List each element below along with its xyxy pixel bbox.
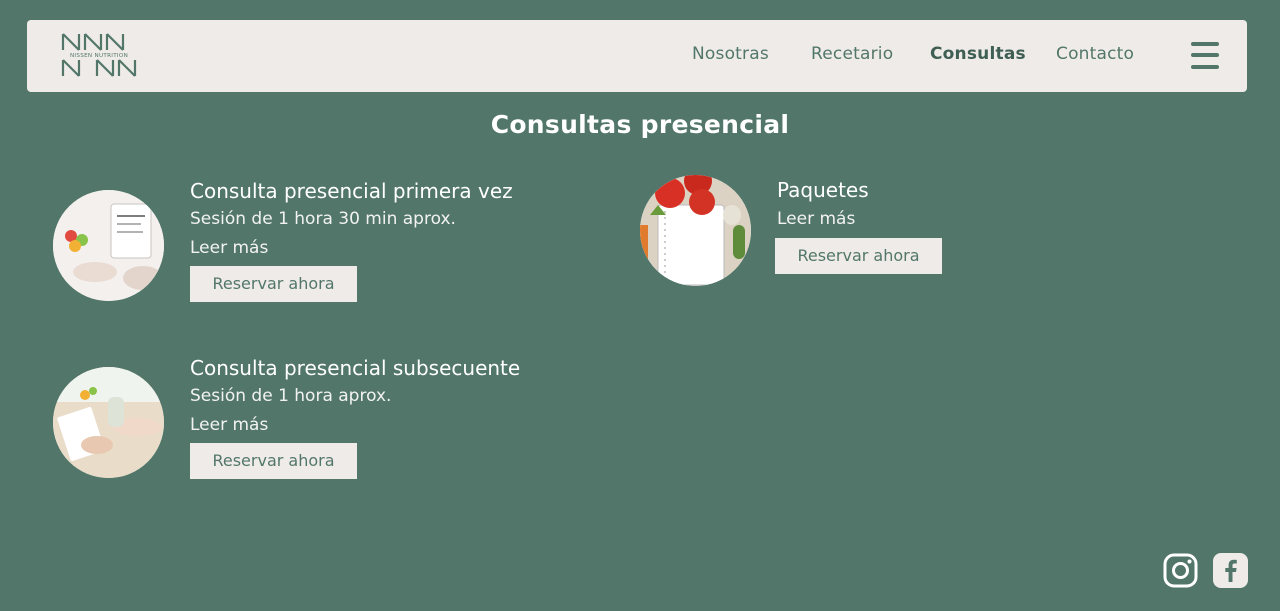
logo-text: NISSEN NUTRITION [70, 53, 128, 59]
read-more-link[interactable]: Leer más [777, 209, 855, 229]
page-title: Consultas presencial [490, 110, 790, 139]
consulta-primera-vez-image [53, 190, 164, 301]
nissen-nutrition-logo[interactable]: NISSEN NUTRITION [57, 32, 141, 78]
reserve-now-button[interactable]: Reservar ahora [775, 238, 942, 274]
read-more-link[interactable]: Leer más [190, 238, 268, 258]
nav-item-consultas[interactable]: Consultas [930, 44, 1026, 64]
nav-item-nosotras[interactable]: Nosotras [692, 44, 769, 64]
card-description: Sesión de 1 hora 30 min aprox. [190, 209, 456, 229]
nav-item-contacto[interactable]: Contacto [1056, 44, 1134, 64]
hamburger-menu-icon[interactable] [1190, 41, 1220, 71]
paquetes-image [640, 175, 751, 286]
nav-item-recetario[interactable]: Recetario [811, 44, 893, 64]
read-more-link[interactable]: Leer más [190, 415, 268, 435]
card-title: Consulta presencial primera vez [190, 179, 513, 203]
facebook-icon[interactable] [1213, 553, 1248, 588]
card-title: Paquetes [777, 178, 869, 202]
reserve-now-button[interactable]: Reservar ahora [190, 443, 357, 479]
card-description: Sesión de 1 hora aprox. [190, 386, 392, 406]
header: NISSEN NUTRITION Nosotras Recetario Cons… [27, 20, 1247, 92]
consulta-subsecuente-image [53, 367, 164, 478]
instagram-icon[interactable] [1163, 553, 1198, 588]
page: NISSEN NUTRITION Nosotras Recetario Cons… [0, 0, 1280, 611]
card-title: Consulta presencial subsecuente [190, 356, 521, 380]
reserve-now-button[interactable]: Reservar ahora [190, 266, 357, 302]
